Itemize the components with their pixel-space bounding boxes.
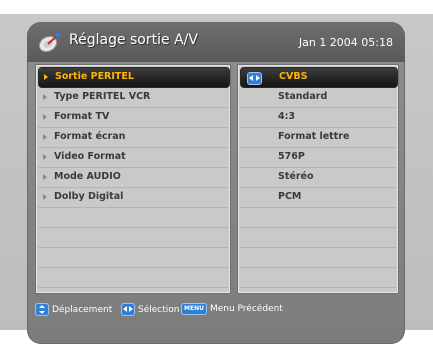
- arrow-right-icon: [43, 134, 47, 140]
- value-text: Stéréo: [278, 171, 314, 182]
- menu-item-label: Dolby Digital: [54, 191, 124, 202]
- arrow-right-icon: [43, 154, 47, 160]
- menu-item-dolby-digital[interactable]: Dolby Digital: [38, 188, 228, 208]
- arrow-right-icon: [43, 174, 47, 180]
- arrow-right-icon: [44, 74, 48, 80]
- menu-item-label: Format TV: [54, 111, 110, 122]
- empty-row: [38, 228, 228, 248]
- empty-row: [240, 208, 396, 228]
- menu-item-format-ecran[interactable]: Format écran: [38, 128, 228, 148]
- title-bar: Réglage sortie A/V Jan 1 2004 05:18: [27, 22, 405, 62]
- empty-row: [38, 248, 228, 268]
- av-settings-window: Réglage sortie A/V Jan 1 2004 05:18 Sort…: [27, 22, 405, 344]
- empty-row: [240, 228, 396, 248]
- page-title: Réglage sortie A/V: [69, 32, 198, 48]
- value-text: Standard: [278, 91, 328, 102]
- value-format-ecran[interactable]: Format lettre: [240, 128, 396, 148]
- menu-item-video-format[interactable]: Video Format: [38, 148, 228, 168]
- arrow-right-icon: [43, 94, 47, 100]
- menu-key-icon: MENU: [181, 303, 207, 315]
- value-type-peritel-vcr[interactable]: Standard: [240, 88, 396, 108]
- settings-list: Sortie PERITEL Type PERITEL VCR Format T…: [35, 64, 231, 294]
- empty-row: [38, 268, 228, 288]
- value-sortie-peritel[interactable]: CVBS: [240, 67, 398, 88]
- left-right-arrows-icon: [121, 303, 135, 316]
- menu-item-type-peritel-vcr[interactable]: Type PERITEL VCR: [38, 88, 228, 108]
- left-right-arrows-icon: [247, 72, 262, 85]
- menu-item-label: Mode AUDIO: [54, 171, 121, 182]
- arrow-right-icon: [43, 114, 47, 120]
- menu-item-label: Video Format: [54, 151, 126, 162]
- hint-back: MENU Menu Précédent: [181, 303, 283, 315]
- value-text: Format lettre: [278, 131, 350, 142]
- value-text: CVBS: [279, 71, 308, 82]
- menu-item-mode-audio[interactable]: Mode AUDIO: [38, 168, 228, 188]
- value-dolby-digital[interactable]: PCM: [240, 188, 396, 208]
- date-time: Jan 1 2004 05:18: [298, 36, 393, 49]
- hint-select: Sélection: [121, 303, 179, 316]
- value-text: 576P: [278, 151, 305, 162]
- menu-item-sortie-peritel[interactable]: Sortie PERITEL: [38, 67, 230, 88]
- up-down-arrows-icon: [35, 303, 49, 316]
- empty-row: [240, 268, 396, 288]
- empty-row: [240, 248, 396, 268]
- value-format-tv[interactable]: 4:3: [240, 108, 396, 128]
- value-mode-audio[interactable]: Stéréo: [240, 168, 396, 188]
- hint-back-label: Menu Précédent: [209, 304, 283, 314]
- value-text: PCM: [278, 191, 302, 202]
- satellite-dish-icon: [38, 32, 61, 53]
- menu-item-label: Format écran: [54, 131, 126, 142]
- value-text: 4:3: [278, 111, 296, 122]
- menu-item-label: Type PERITEL VCR: [54, 91, 151, 102]
- key-hints-bar: Déplacement Sélection MENU Menu Précéden…: [27, 296, 405, 322]
- hint-move: Déplacement: [35, 303, 112, 316]
- value-video-format[interactable]: 576P: [240, 148, 396, 168]
- menu-item-label: Sortie PERITEL: [55, 71, 134, 82]
- hint-select-label: Sélection: [138, 304, 180, 315]
- arrow-right-icon: [43, 194, 47, 200]
- empty-row: [38, 208, 228, 228]
- menu-item-format-tv[interactable]: Format TV: [38, 108, 228, 128]
- hint-move-label: Déplacement: [52, 304, 113, 315]
- settings-values: CVBS Standard 4:3 Format lettre 576P Sté…: [237, 64, 399, 294]
